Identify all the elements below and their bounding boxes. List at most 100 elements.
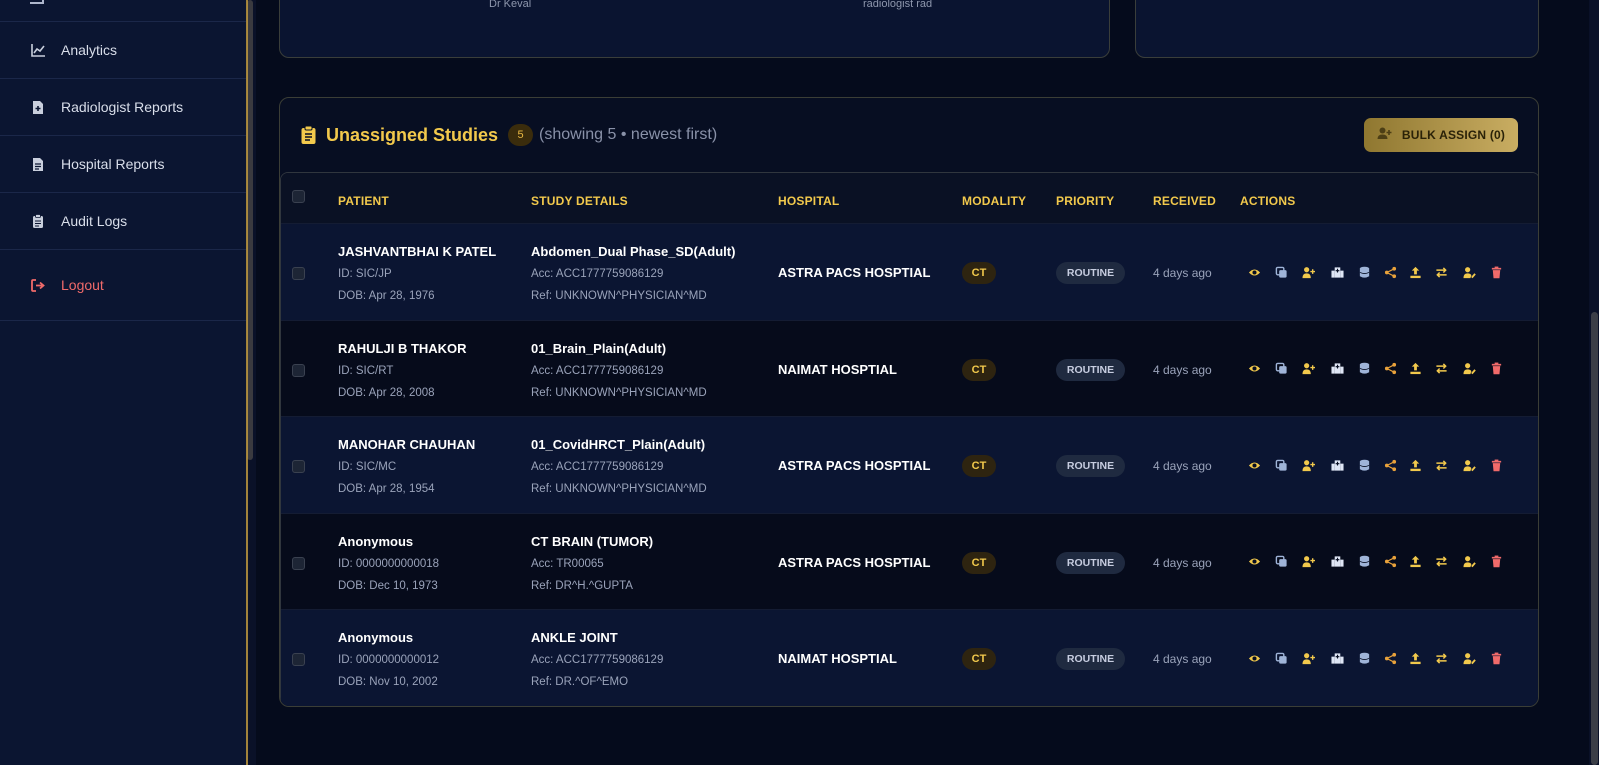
- eye-icon[interactable]: [1247, 651, 1261, 665]
- header-modality[interactable]: MODALITY: [962, 194, 1026, 208]
- sidebar-item-analytics[interactable]: Analytics: [0, 22, 246, 79]
- study-name[interactable]: 01_Brain_Plain(Adult): [531, 341, 666, 356]
- bulk-assign-button[interactable]: BULK ASSIGN (0): [1364, 118, 1518, 152]
- modality-badge: CT: [962, 262, 996, 284]
- study-referrer: Ref: DR^H.^GUPTA: [531, 579, 633, 592]
- database-icon[interactable]: [1357, 265, 1371, 279]
- transfer-icon[interactable]: [1434, 265, 1448, 279]
- upload-icon[interactable]: [1408, 651, 1422, 665]
- table-row[interactable]: Anonymous ID: 0000000000012 DOB: Nov 10, 2…: [281, 609, 1538, 706]
- study-name[interactable]: CT BRAIN (TUMOR): [531, 534, 653, 549]
- eye-icon[interactable]: [1247, 362, 1261, 376]
- header-priority[interactable]: PRIORITY: [1056, 194, 1114, 208]
- count-badge: 5: [508, 124, 534, 146]
- sidebar-item-label: Hospital Reports: [61, 156, 165, 172]
- assign-user-icon[interactable]: [1301, 265, 1315, 279]
- database-icon[interactable]: [1357, 458, 1371, 472]
- row-checkbox[interactable]: [292, 363, 305, 377]
- copy-icon[interactable]: [1274, 362, 1288, 376]
- modality-badge: CT: [962, 551, 996, 574]
- header-patient[interactable]: PATIENT: [338, 194, 389, 208]
- assign-user-icon[interactable]: [1301, 651, 1315, 665]
- patient-name[interactable]: Anonymous: [338, 630, 413, 645]
- upload-icon[interactable]: [1408, 458, 1422, 472]
- share-icon[interactable]: [1383, 362, 1397, 376]
- copy-icon[interactable]: [1274, 458, 1288, 472]
- user-edit-icon[interactable]: [1462, 555, 1476, 569]
- sidebar-item-radiologist-reports[interactable]: Radiologist Reports: [0, 79, 246, 136]
- assign-user-icon[interactable]: [1301, 362, 1315, 376]
- transfer-icon[interactable]: [1434, 458, 1448, 472]
- row-checkbox[interactable]: [292, 267, 305, 280]
- page-scrollbar[interactable]: [1589, 0, 1599, 765]
- hospital-icon[interactable]: [1330, 265, 1344, 279]
- patient-id: ID: SIC/RT: [338, 364, 394, 377]
- trash-icon[interactable]: [1489, 362, 1503, 376]
- transfer-icon[interactable]: [1434, 555, 1448, 569]
- hospital-icon[interactable]: [1330, 555, 1344, 569]
- patient-id: ID: SIC/JP: [338, 268, 392, 280]
- eye-icon[interactable]: [1247, 265, 1261, 279]
- study-name[interactable]: ANKLE JOINT: [531, 630, 618, 645]
- assign-user-icon[interactable]: [1301, 458, 1315, 472]
- share-icon[interactable]: [1383, 458, 1397, 472]
- hospital-icon[interactable]: [1330, 651, 1344, 665]
- trash-icon[interactable]: [1489, 651, 1503, 665]
- upload-icon[interactable]: [1408, 555, 1422, 569]
- user-edit-icon[interactable]: [1462, 651, 1476, 665]
- header-study-details[interactable]: STUDY DETAILS: [531, 194, 628, 208]
- row-checkbox[interactable]: [292, 653, 305, 666]
- header-received[interactable]: RECEIVED: [1153, 194, 1216, 208]
- sidebar-scrollbar[interactable]: [246, 0, 256, 765]
- trash-icon[interactable]: [1489, 555, 1503, 569]
- logout-button[interactable]: Logout: [0, 250, 246, 321]
- table-row[interactable]: RAHULJI B THAKOR ID: SIC/RT DOB: Apr 28, 2…: [281, 319, 1538, 416]
- table-row[interactable]: JASHVANTBHAI K PATEL ID: SIC/JP DOB: Apr 2…: [281, 223, 1538, 320]
- user-edit-icon[interactable]: [1462, 265, 1476, 279]
- share-icon[interactable]: [1383, 651, 1397, 665]
- select-all-checkbox[interactable]: [292, 190, 305, 203]
- share-icon[interactable]: [1383, 555, 1397, 569]
- sidebar-item-audit-logs[interactable]: Audit Logs: [0, 193, 246, 250]
- patient-name[interactable]: Anonymous: [338, 534, 413, 549]
- copy-icon[interactable]: [1274, 265, 1288, 279]
- patient-name[interactable]: MANOHAR CHAUHAN: [338, 437, 475, 452]
- study-name[interactable]: 01_CovidHRCT_Plain(Adult): [531, 437, 705, 452]
- received-time: 4 days ago: [1153, 266, 1212, 280]
- page-scrollbar-thumb[interactable]: [1591, 312, 1598, 765]
- study-name[interactable]: Abdomen_Dual Phase_SD(Adult): [531, 244, 735, 259]
- database-icon[interactable]: [1357, 362, 1371, 376]
- database-icon[interactable]: [1357, 555, 1371, 569]
- transfer-icon[interactable]: [1434, 362, 1448, 376]
- transfer-icon[interactable]: [1434, 651, 1448, 665]
- sidebar-item-partial[interactable]: [0, 0, 246, 22]
- table-row[interactable]: Anonymous ID: 0000000000018 DOB: Dec 10, 1…: [281, 512, 1538, 609]
- top-card-left: Dr Keval radiologist rad: [279, 0, 1110, 58]
- eye-icon[interactable]: [1247, 458, 1261, 472]
- eye-icon[interactable]: [1247, 555, 1261, 569]
- table-row[interactable]: MANOHAR CHAUHAN ID: SIC/MC DOB: Apr 28, 19…: [281, 416, 1538, 513]
- user-edit-icon[interactable]: [1462, 458, 1476, 472]
- copy-icon[interactable]: [1274, 651, 1288, 665]
- trash-icon[interactable]: [1489, 458, 1503, 472]
- database-icon[interactable]: [1357, 651, 1371, 665]
- hospital-icon[interactable]: [1330, 362, 1344, 376]
- sidebar-item-label: Analytics: [61, 42, 118, 58]
- header-hospital[interactable]: HOSPITAL: [778, 194, 839, 208]
- sidebar-item-hospital-reports[interactable]: Hospital Reports: [0, 136, 246, 193]
- user-edit-icon[interactable]: [1462, 362, 1476, 376]
- hospital-icon[interactable]: [1330, 458, 1344, 472]
- trash-icon[interactable]: [1489, 265, 1503, 279]
- share-icon[interactable]: [1383, 265, 1397, 279]
- assign-user-icon[interactable]: [1301, 555, 1315, 569]
- priority-badge: ROUTINE: [1056, 648, 1125, 670]
- copy-icon[interactable]: [1274, 555, 1288, 569]
- row-checkbox[interactable]: [292, 460, 305, 473]
- row-checkbox[interactable]: [292, 556, 305, 570]
- panel-title: Unassigned Studies: [326, 124, 499, 145]
- study-accession: Acc: TR00065: [531, 557, 604, 570]
- patient-name[interactable]: RAHULJI B THAKOR: [338, 341, 467, 356]
- patient-name[interactable]: JASHVANTBHAI K PATEL: [338, 244, 496, 259]
- upload-icon[interactable]: [1408, 265, 1422, 279]
- upload-icon[interactable]: [1408, 362, 1422, 376]
